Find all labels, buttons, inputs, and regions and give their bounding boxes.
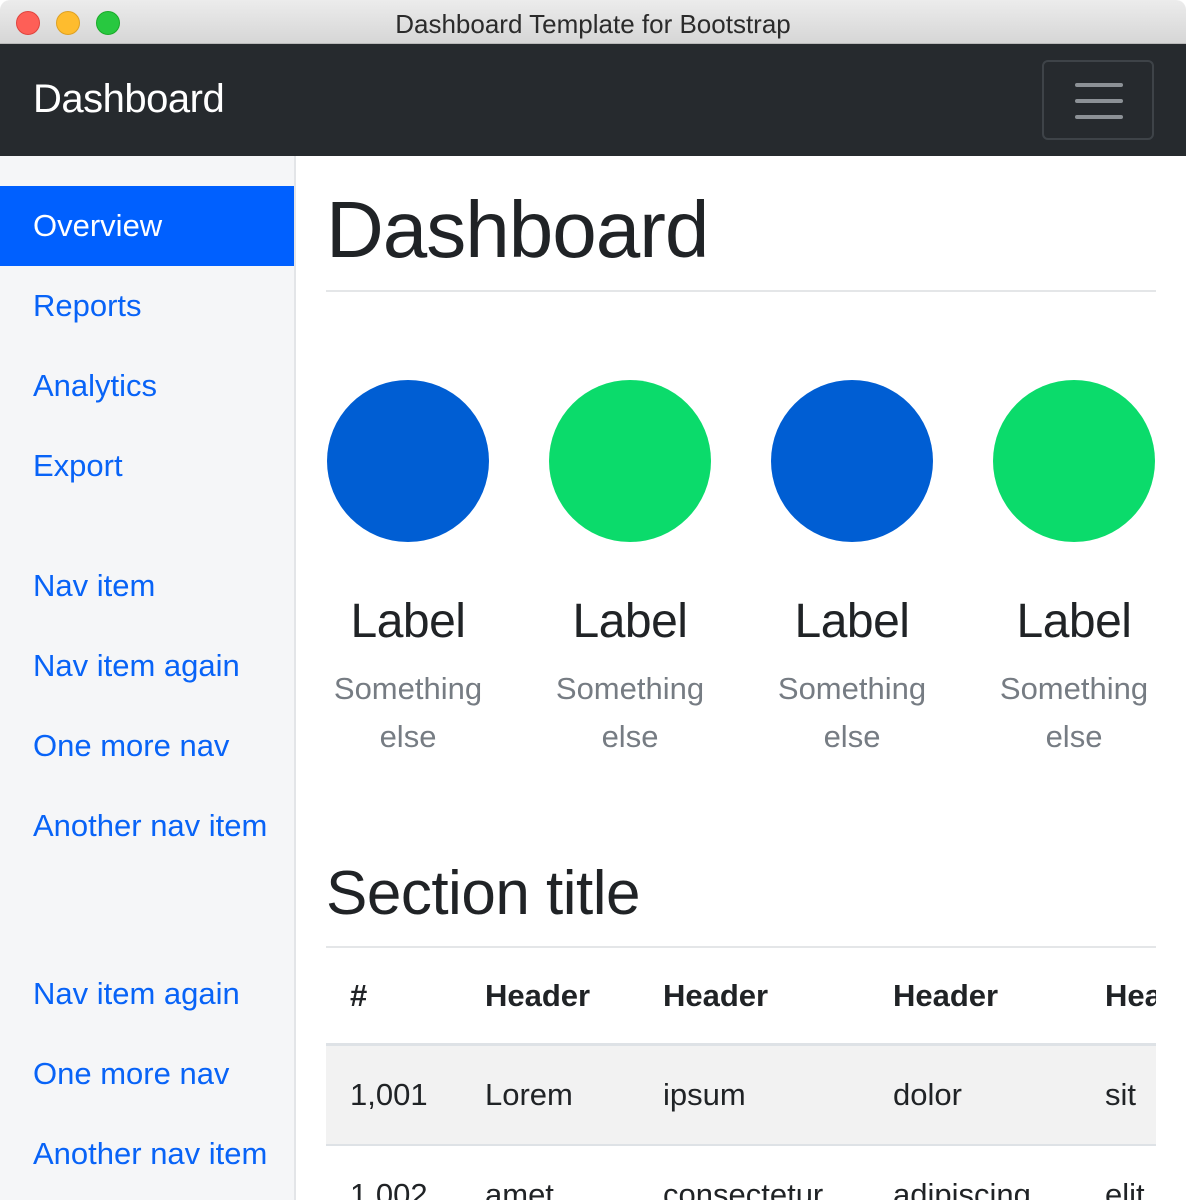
title-divider [326,290,1156,292]
hamburger-icon [1075,99,1123,103]
data-table: # Header Header Header Header 1,001 Lore… [326,948,1156,1200]
sidebar-item-another-nav-item[interactable]: Another nav item [0,802,294,850]
navbar-toggler-button[interactable] [1042,60,1154,140]
placeholder-image [549,380,711,542]
sidebar-item-analytics[interactable]: Analytics [0,362,294,410]
table-cell: Lorem [485,1077,573,1112]
sidebar-item-nav-item[interactable]: Nav item [0,562,294,610]
placeholder-image [771,380,933,542]
placeholder-card: Label Something else [326,380,490,761]
sidebar-item-one-more-nav-2[interactable]: One more nav [0,1050,294,1098]
table-cell: 1,002 [350,1177,428,1200]
table-header-cell: Header [663,977,769,1013]
table-cell: amet [485,1177,554,1200]
placeholder-image [327,380,489,542]
placeholder-subtext: Something else [555,671,705,754]
placeholder-subtext: Something else [777,671,927,754]
placeholder-label: Label [794,595,910,648]
placeholder-card: Label Something else [548,380,712,761]
navbar-brand[interactable]: Dashboard [33,77,225,122]
sidebar-item-one-more-nav[interactable]: One more nav [0,722,294,770]
table-cell: ipsum [663,1077,746,1112]
browser-window: Dashboard Template for Bootstrap Dashboa… [0,0,1186,1200]
table-cell: sit [1105,1077,1136,1112]
sidebar-item-reports[interactable]: Reports [0,282,294,330]
placeholder-image [993,380,1155,542]
placeholder-label: Label [572,595,688,648]
table-header-cell: Header [1105,977,1156,1013]
hamburger-icon [1075,115,1123,119]
placeholder-card: Label Something else [770,380,934,761]
placeholder-label: Label [1016,595,1132,648]
placeholder-subtext: Something else [999,671,1149,754]
hamburger-icon [1075,83,1123,87]
sidebar-item-nav-item-again-2[interactable]: Nav item again [0,970,294,1018]
window-title: Dashboard Template for Bootstrap [395,9,791,39]
sidebar: Overview Reports Analytics Export Nav it… [0,156,296,1200]
title-bar: Dashboard Template for Bootstrap [0,0,1186,44]
table-header-cell: Header [893,977,999,1013]
table-cell: adipiscing [893,1177,1031,1200]
sidebar-item-another-nav-item-2[interactable]: Another nav item [0,1130,294,1178]
table-row: 1,002 amet consectetur adipiscing elit [326,1146,1156,1200]
table-cell: dolor [893,1077,962,1112]
table-row: 1,001 Lorem ipsum dolor sit [326,1046,1156,1146]
top-navbar: Dashboard [0,44,1186,156]
table-cell: consectetur [663,1177,824,1200]
table-header-cell: # [350,977,368,1013]
table-cell: elit [1105,1177,1145,1200]
main-content: Dashboard Label Something else Label Som… [326,156,1156,1200]
sidebar-item-export[interactable]: Export [0,442,294,490]
section-title: Section title [326,859,641,928]
sidebar-item-overview[interactable]: Overview [0,186,294,266]
table-cell: 1,001 [350,1077,428,1112]
placeholder-card: Label Something else [992,380,1156,761]
table-header-row: # Header Header Header Header [326,948,1156,1046]
table-header-cell: Header [485,977,591,1013]
page-title: Dashboard [326,185,709,274]
sidebar-item-nav-item-again[interactable]: Nav item again [0,642,294,690]
placeholder-label: Label [350,595,466,648]
placeholder-subtext: Something else [333,671,483,754]
